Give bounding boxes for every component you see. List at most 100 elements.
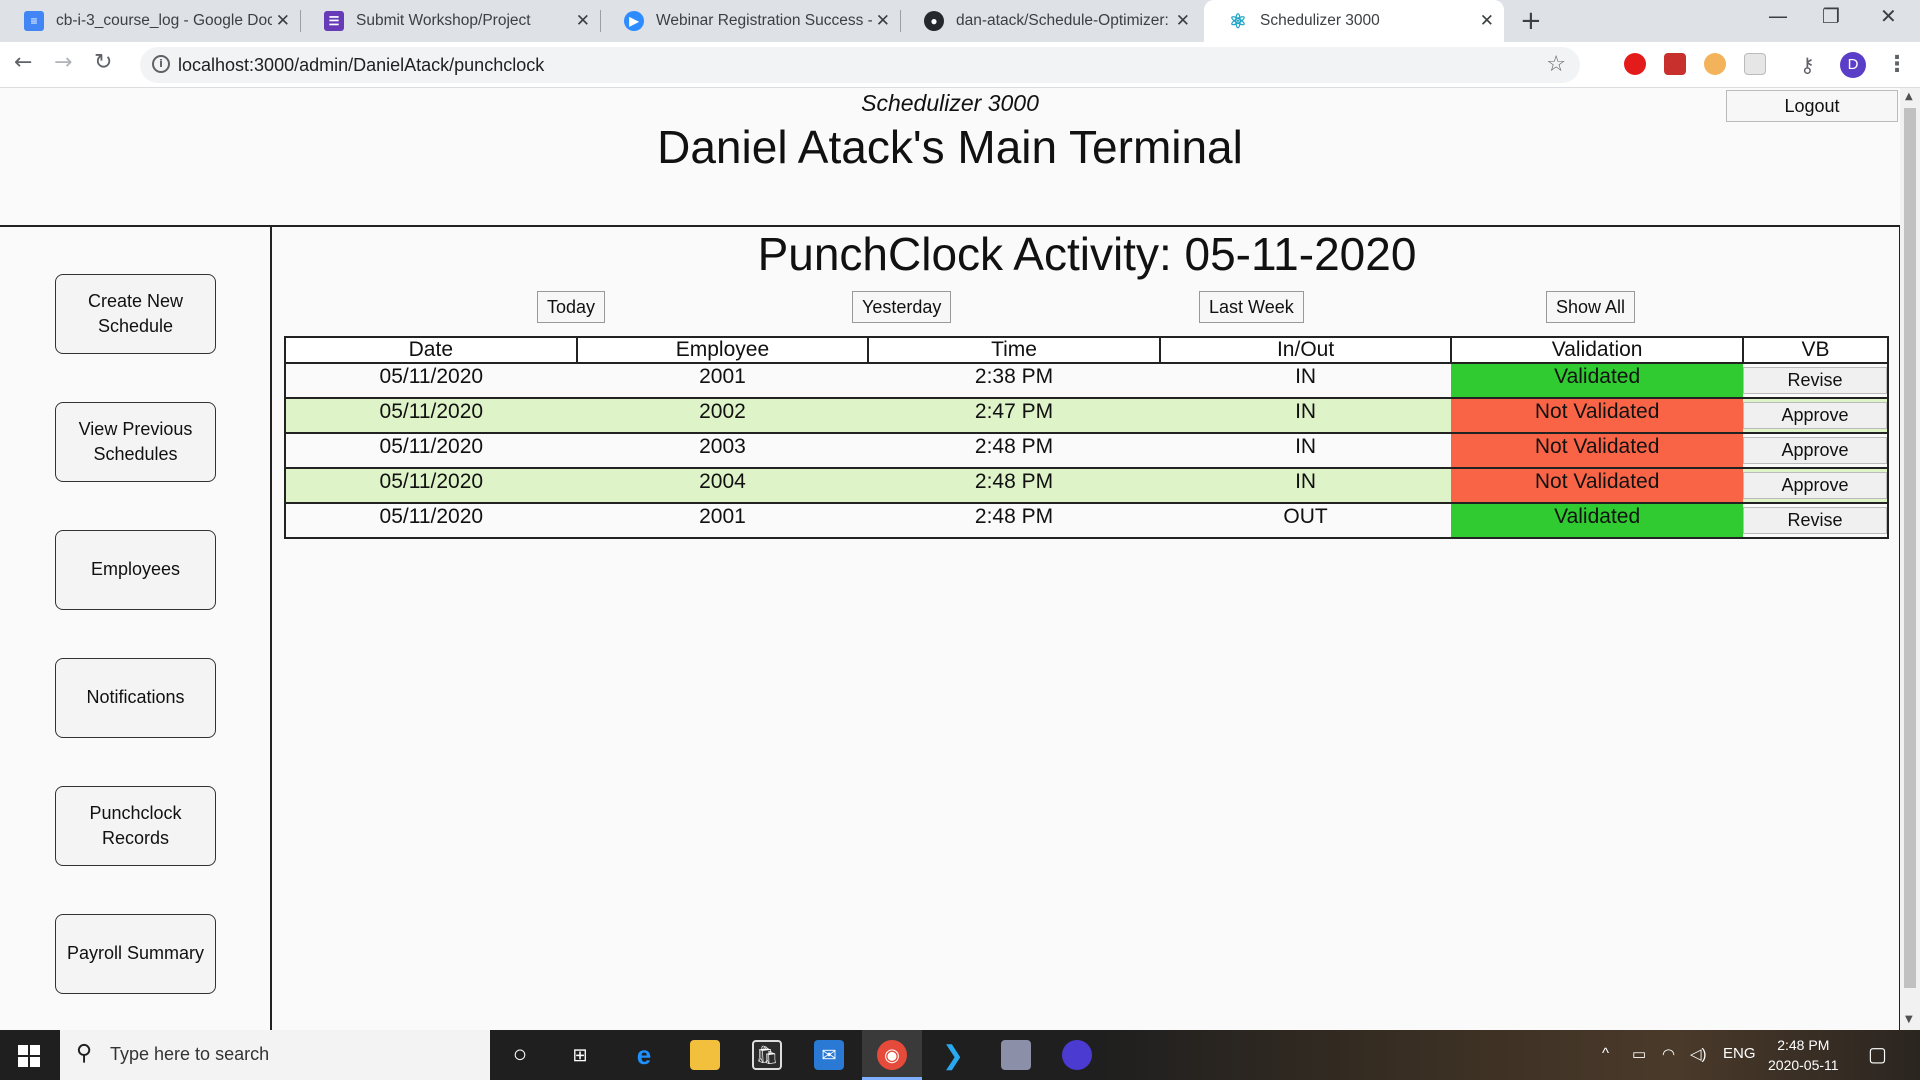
extension-icon[interactable] (1664, 53, 1686, 75)
cell-action: Approve (1742, 467, 1890, 504)
table-row: 05/11/2020 2003 2:48 PM IN Not Validated… (284, 432, 1890, 469)
table-row: 05/11/2020 2001 2:38 PM IN Validated Rev… (284, 362, 1890, 399)
cell-time: 2:38 PM (868, 362, 1160, 399)
scroll-up-icon[interactable]: ▲ (1905, 91, 1913, 102)
volume-icon[interactable]: ◁) (1690, 1045, 1707, 1063)
app-icon[interactable] (1062, 1040, 1092, 1070)
cell-inout: IN (1159, 362, 1452, 399)
task-view-icon[interactable]: ⊞ (565, 1040, 595, 1070)
search-placeholder: Type here to search (110, 1044, 270, 1064)
column-header-time: Time (867, 336, 1161, 364)
file-explorer-icon[interactable] (690, 1040, 720, 1070)
mail-icon[interactable]: ✉ (814, 1040, 844, 1070)
cell-validation: Not Validated (1451, 432, 1743, 469)
create-schedule-button[interactable]: Create New Schedule (55, 274, 216, 354)
taskbar-search[interactable]: ⚲ Type here to search (60, 1030, 490, 1080)
page-scrollbar[interactable]: ▲ ▼ (1900, 88, 1920, 1030)
close-tab-icon[interactable]: ✕ (1480, 11, 1494, 31)
browser-tab[interactable]: ● dan-atack/Schedule-Optimizer: P ✕ (900, 0, 1200, 42)
cell-time: 2:48 PM (868, 502, 1160, 539)
site-info-icon[interactable]: i (152, 55, 170, 73)
github-icon: ● (924, 11, 944, 31)
revise-button[interactable]: Revise (1742, 507, 1887, 534)
payroll-summary-button[interactable]: Payroll Summary (55, 914, 216, 994)
close-tab-icon[interactable]: ✕ (876, 11, 890, 31)
extension-icon[interactable] (1744, 53, 1766, 75)
new-tab-icon[interactable]: + (1520, 6, 1542, 36)
cell-validation: Validated (1451, 502, 1743, 539)
approve-button[interactable]: Approve (1742, 402, 1887, 429)
opera-extension-icon[interactable] (1624, 53, 1646, 75)
logout-button[interactable]: Logout (1726, 90, 1898, 122)
view-schedules-button[interactable]: View Previous Schedules (55, 402, 216, 482)
battery-icon[interactable]: ▭ (1632, 1045, 1646, 1063)
filter-last-week-button[interactable]: Last Week (1199, 291, 1304, 323)
browser-tab[interactable]: ☰ Submit Workshop/Project ✕ (300, 0, 601, 42)
minimize-icon[interactable]: — (1768, 4, 1788, 28)
extension-icon[interactable] (1704, 53, 1726, 75)
cell-employee: 2001 (576, 362, 869, 399)
forward-icon[interactable]: → (54, 50, 72, 75)
address-bar[interactable]: i localhost:3000/admin/DanielAtack/punch… (140, 47, 1580, 83)
cell-validation: Validated (1451, 362, 1743, 399)
scrollbar-thumb[interactable] (1904, 108, 1916, 988)
cell-validation: Not Validated (1451, 467, 1743, 504)
browser-tab[interactable]: ▶ Webinar Registration Success - Zo ✕ (600, 0, 901, 42)
approve-button[interactable]: Approve (1742, 472, 1887, 499)
cell-employee: 2002 (576, 397, 869, 434)
cell-validation: Not Validated (1451, 397, 1743, 434)
close-tab-icon[interactable]: ✕ (276, 11, 290, 31)
cell-inout: IN (1159, 432, 1452, 469)
cell-inout: IN (1159, 467, 1452, 504)
revise-button[interactable]: Revise (1742, 367, 1887, 394)
vscode-icon[interactable]: ❯ (938, 1040, 968, 1070)
url-text[interactable]: localhost:3000/admin/DanielAtack/punchcl… (178, 55, 544, 76)
scroll-down-icon[interactable]: ▼ (1905, 1014, 1913, 1025)
reload-icon[interactable]: ↻ (94, 50, 112, 75)
back-icon[interactable]: ← (14, 50, 32, 75)
app-icon[interactable] (1001, 1040, 1031, 1070)
cell-time: 2:47 PM (868, 397, 1160, 434)
employees-button[interactable]: Employees (55, 530, 216, 610)
table-header-row: Date Employee Time In/Out Validation VB (284, 336, 1890, 364)
section-title: PunchClock Activity: 05-11-2020 (757, 228, 1417, 280)
notifications-button[interactable]: Notifications (55, 658, 216, 738)
table-row: 05/11/2020 2004 2:48 PM IN Not Validated… (284, 467, 1890, 504)
profile-avatar[interactable]: D (1840, 52, 1866, 78)
close-tab-icon[interactable]: ✕ (1176, 11, 1190, 31)
browser-tab-active[interactable]: ⚛ Schedulizer 3000 ✕ (1204, 0, 1504, 42)
windows-start-icon[interactable] (18, 1045, 40, 1067)
punchclock-panel: PunchClock Activity: 05-11-2020 Today Ye… (274, 227, 1900, 1030)
cell-action: Revise (1742, 502, 1890, 539)
filter-show-all-button[interactable]: Show All (1546, 291, 1636, 323)
cell-date: 05/11/2020 (284, 397, 577, 434)
close-tab-icon[interactable]: ✕ (576, 11, 590, 31)
browser-menu-icon[interactable]: ⋮ (1886, 52, 1908, 77)
filter-yesterday-button[interactable]: Yesterday (852, 291, 952, 323)
filter-today-button[interactable]: Today (537, 291, 606, 323)
cell-date: 05/11/2020 (284, 502, 577, 539)
column-header-date: Date (284, 336, 578, 364)
edge-icon[interactable]: e (629, 1040, 659, 1070)
maximize-icon[interactable]: ❐ (1822, 4, 1840, 28)
cell-inout: OUT (1159, 502, 1452, 539)
cortana-icon[interactable]: ○ (505, 1040, 535, 1070)
approve-button[interactable]: Approve (1742, 437, 1887, 464)
punchclock-records-button[interactable]: Punchclock Records (55, 786, 216, 866)
react-icon: ⚛ (1229, 10, 1247, 33)
tab-title: Submit Workshop/Project (356, 12, 531, 29)
notifications-icon[interactable]: ▢ (1868, 1042, 1887, 1067)
show-hidden-icons-icon[interactable]: ^ (1602, 1045, 1609, 1062)
browser-tab[interactable]: ≡ cb-i-3_course_log - Google Docs ✕ (0, 0, 301, 42)
chrome-icon[interactable]: ◉ (877, 1040, 907, 1070)
clock-date: 2020-05-11 (1768, 1057, 1839, 1073)
close-window-icon[interactable]: ✕ (1880, 4, 1897, 28)
wifi-icon[interactable]: ◠ (1662, 1045, 1675, 1063)
bookmark-star-icon[interactable]: ☆ (1546, 52, 1566, 77)
column-header-vb: VB (1741, 336, 1890, 364)
language-indicator[interactable]: ENG (1723, 1045, 1756, 1062)
key-icon[interactable]: ⚷ (1800, 53, 1822, 77)
store-icon[interactable]: 🛍 (752, 1040, 782, 1070)
taskbar-clock[interactable]: 2:48 PM 2020-05-11 (1768, 1035, 1839, 1075)
column-header-employee: Employee (575, 336, 870, 364)
